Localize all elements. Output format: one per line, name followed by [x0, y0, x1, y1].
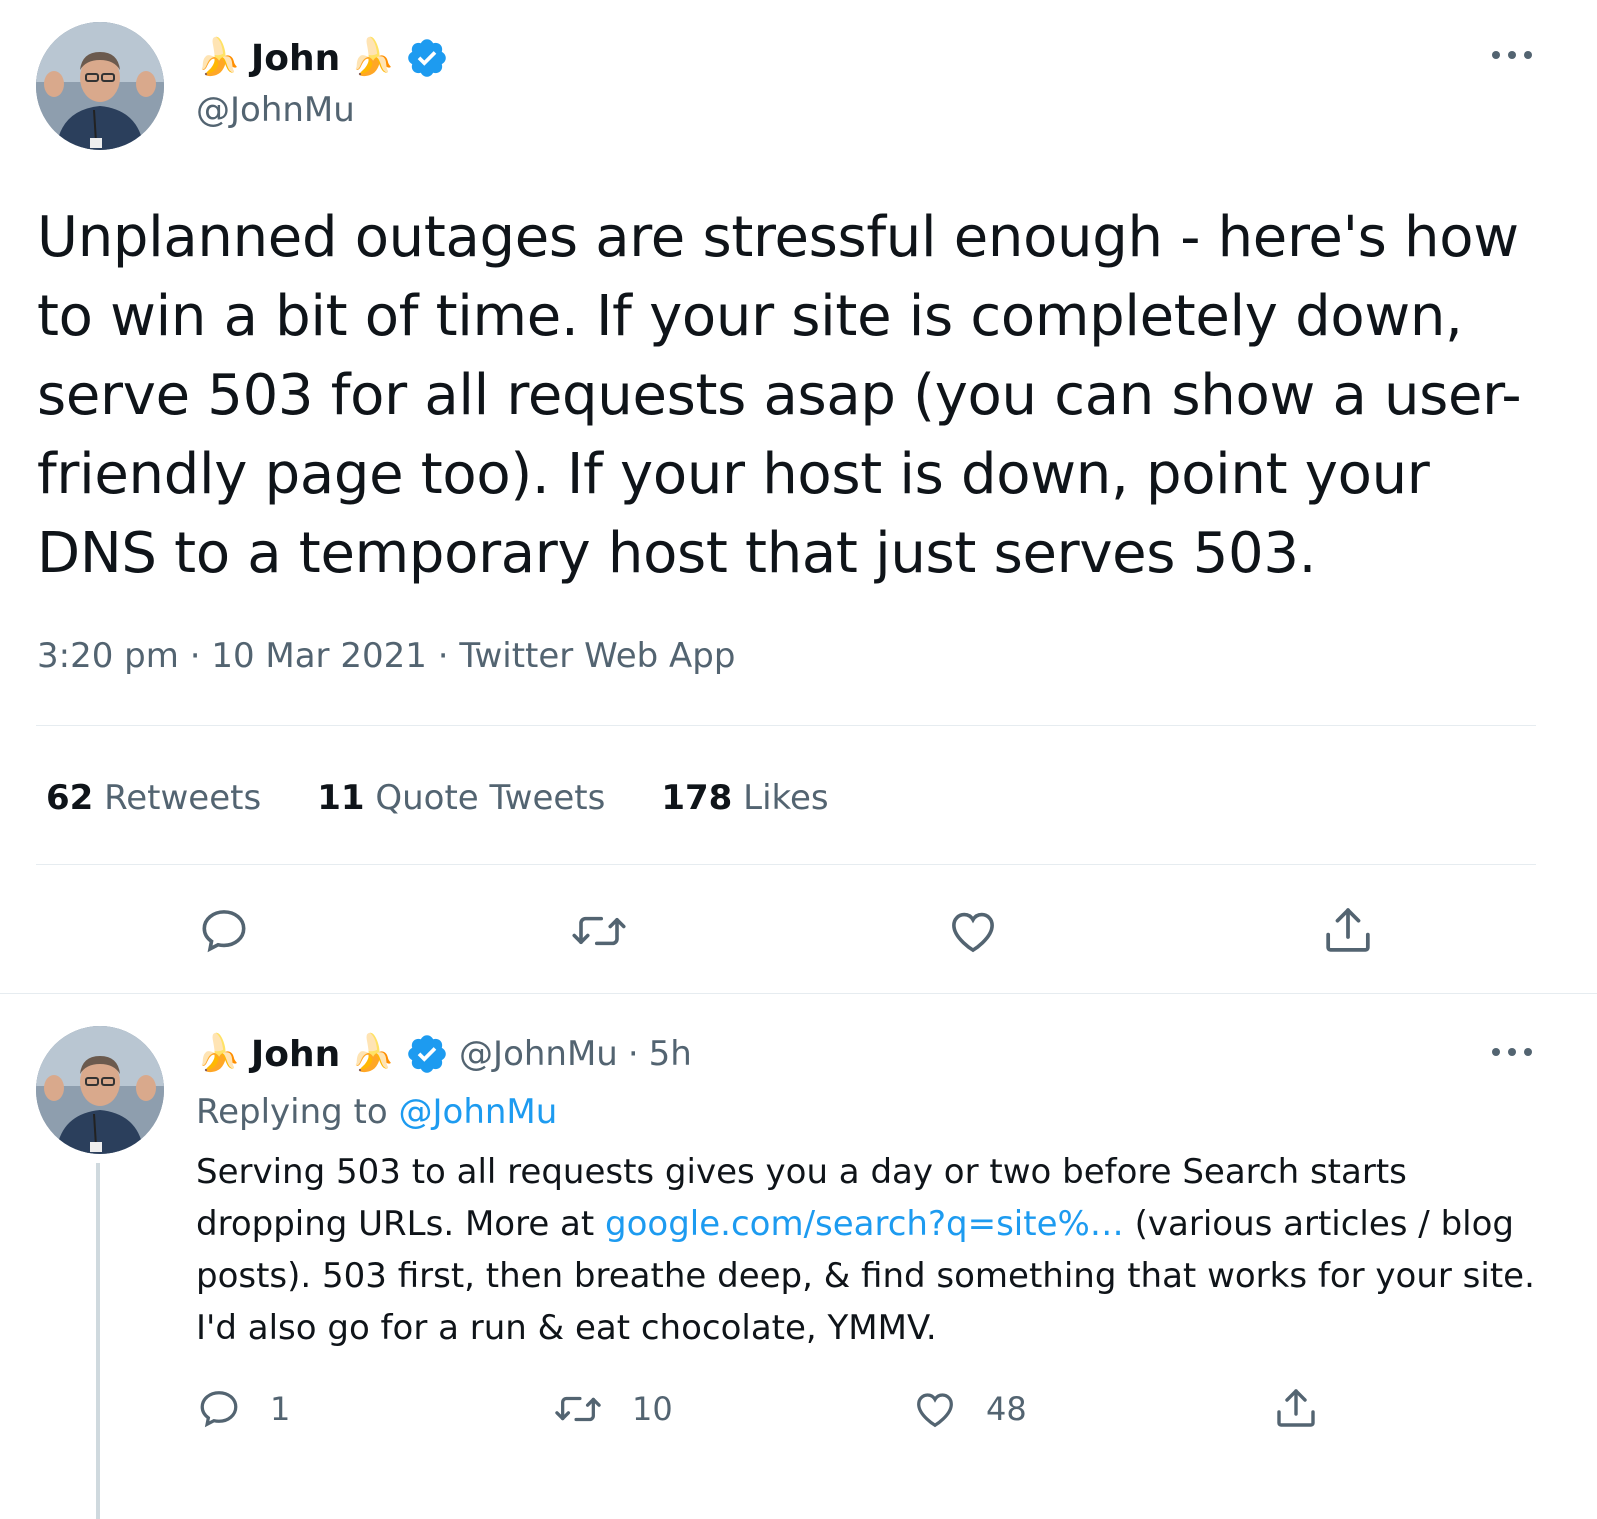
- replying-to-handle[interactable]: @JohnMu: [399, 1092, 558, 1132]
- replying-to: Replying to @JohnMu: [196, 1092, 557, 1132]
- replying-to-label: Replying to: [196, 1092, 388, 1132]
- share-icon: [1277, 1389, 1315, 1427]
- author-handle[interactable]: @JohnMu: [196, 90, 355, 130]
- author-display-name[interactable]: John: [251, 38, 340, 79]
- quote-tweets-stat[interactable]: 11 Quote Tweets: [317, 778, 605, 818]
- avatar-photo-icon: [36, 1026, 164, 1154]
- reply-share-button[interactable]: [1272, 1384, 1320, 1432]
- quote-tweets-label: Quote Tweets: [375, 778, 606, 818]
- retweet-icon: [555, 1396, 601, 1422]
- thread-line: [96, 1163, 100, 1519]
- likes-label: Likes: [743, 778, 829, 818]
- like-count: 48: [986, 1390, 1027, 1428]
- divider: [36, 725, 1536, 726]
- section-divider: [0, 993, 1597, 994]
- tweet-text: Unplanned outages are stressful enough -…: [37, 205, 1522, 586]
- reply-author-handle[interactable]: @JohnMu: [459, 1034, 618, 1074]
- banana-emoji-left: 🍌: [196, 37, 241, 78]
- reply-author-name[interactable]: John: [251, 1034, 340, 1075]
- retweets-stat[interactable]: 62 Retweets: [46, 778, 261, 818]
- reply-count: 1: [270, 1390, 291, 1428]
- verified-badge-icon: [408, 1035, 446, 1073]
- likes-count: 178: [661, 778, 733, 818]
- tweet-source[interactable]: Twitter Web App: [459, 636, 735, 676]
- reply-link[interactable]: google.com/search?q=site%…: [605, 1204, 1124, 1244]
- reply-more-options-icon[interactable]: [1492, 1045, 1532, 1059]
- reply-reply-button[interactable]: 1: [196, 1386, 290, 1432]
- meta-separator: ·: [189, 636, 201, 676]
- banana-emoji-right: 🍌: [350, 37, 396, 78]
- tweet-time[interactable]: 3:20 pm: [37, 636, 179, 676]
- author-avatar[interactable]: [36, 22, 164, 150]
- avatar-photo-icon: [36, 22, 164, 150]
- verified-badge-icon: [408, 39, 446, 77]
- banana-emoji-right: 🍌: [350, 1033, 396, 1074]
- meta-separator: ·: [437, 636, 449, 676]
- engagement-stats: 62 Retweets 11 Quote Tweets 178 Likes: [46, 778, 829, 818]
- reply-author-avatar[interactable]: [36, 1026, 164, 1154]
- author-name-row[interactable]: 🍌 John 🍌: [196, 36, 449, 80]
- retweets-label: Retweets: [104, 778, 262, 818]
- divider: [36, 864, 1536, 865]
- banana-emoji-left: 🍌: [196, 1033, 241, 1074]
- quote-tweets-count: 11: [317, 778, 365, 818]
- reply-text: Serving 503 to all requests gives you a …: [196, 1146, 1536, 1354]
- reply-retweet-button[interactable]: 10: [552, 1386, 673, 1432]
- retweets-count: 62: [46, 778, 94, 818]
- like-icon[interactable]: [946, 904, 1000, 958]
- reply-separator: ·: [627, 1034, 639, 1074]
- like-icon: [917, 1393, 953, 1428]
- reply-icon[interactable]: [197, 904, 251, 958]
- reply-like-button[interactable]: 48: [912, 1386, 1027, 1432]
- tweet-meta: 3:20 pm · 10 Mar 2021 · Twitter Web App: [37, 636, 735, 676]
- retweet-icon[interactable]: [569, 904, 629, 958]
- share-icon[interactable]: [1320, 902, 1376, 958]
- reply-author-row[interactable]: 🍌 John 🍌 @JohnMu · 5h: [196, 1032, 692, 1076]
- likes-stat[interactable]: 178 Likes: [661, 778, 828, 818]
- retweet-count: 10: [632, 1390, 673, 1428]
- reply-time-ago[interactable]: 5h: [649, 1034, 692, 1074]
- more-options-icon[interactable]: [1492, 48, 1532, 62]
- reply-icon: [200, 1391, 238, 1428]
- tweet-date[interactable]: 10 Mar 2021: [211, 636, 427, 676]
